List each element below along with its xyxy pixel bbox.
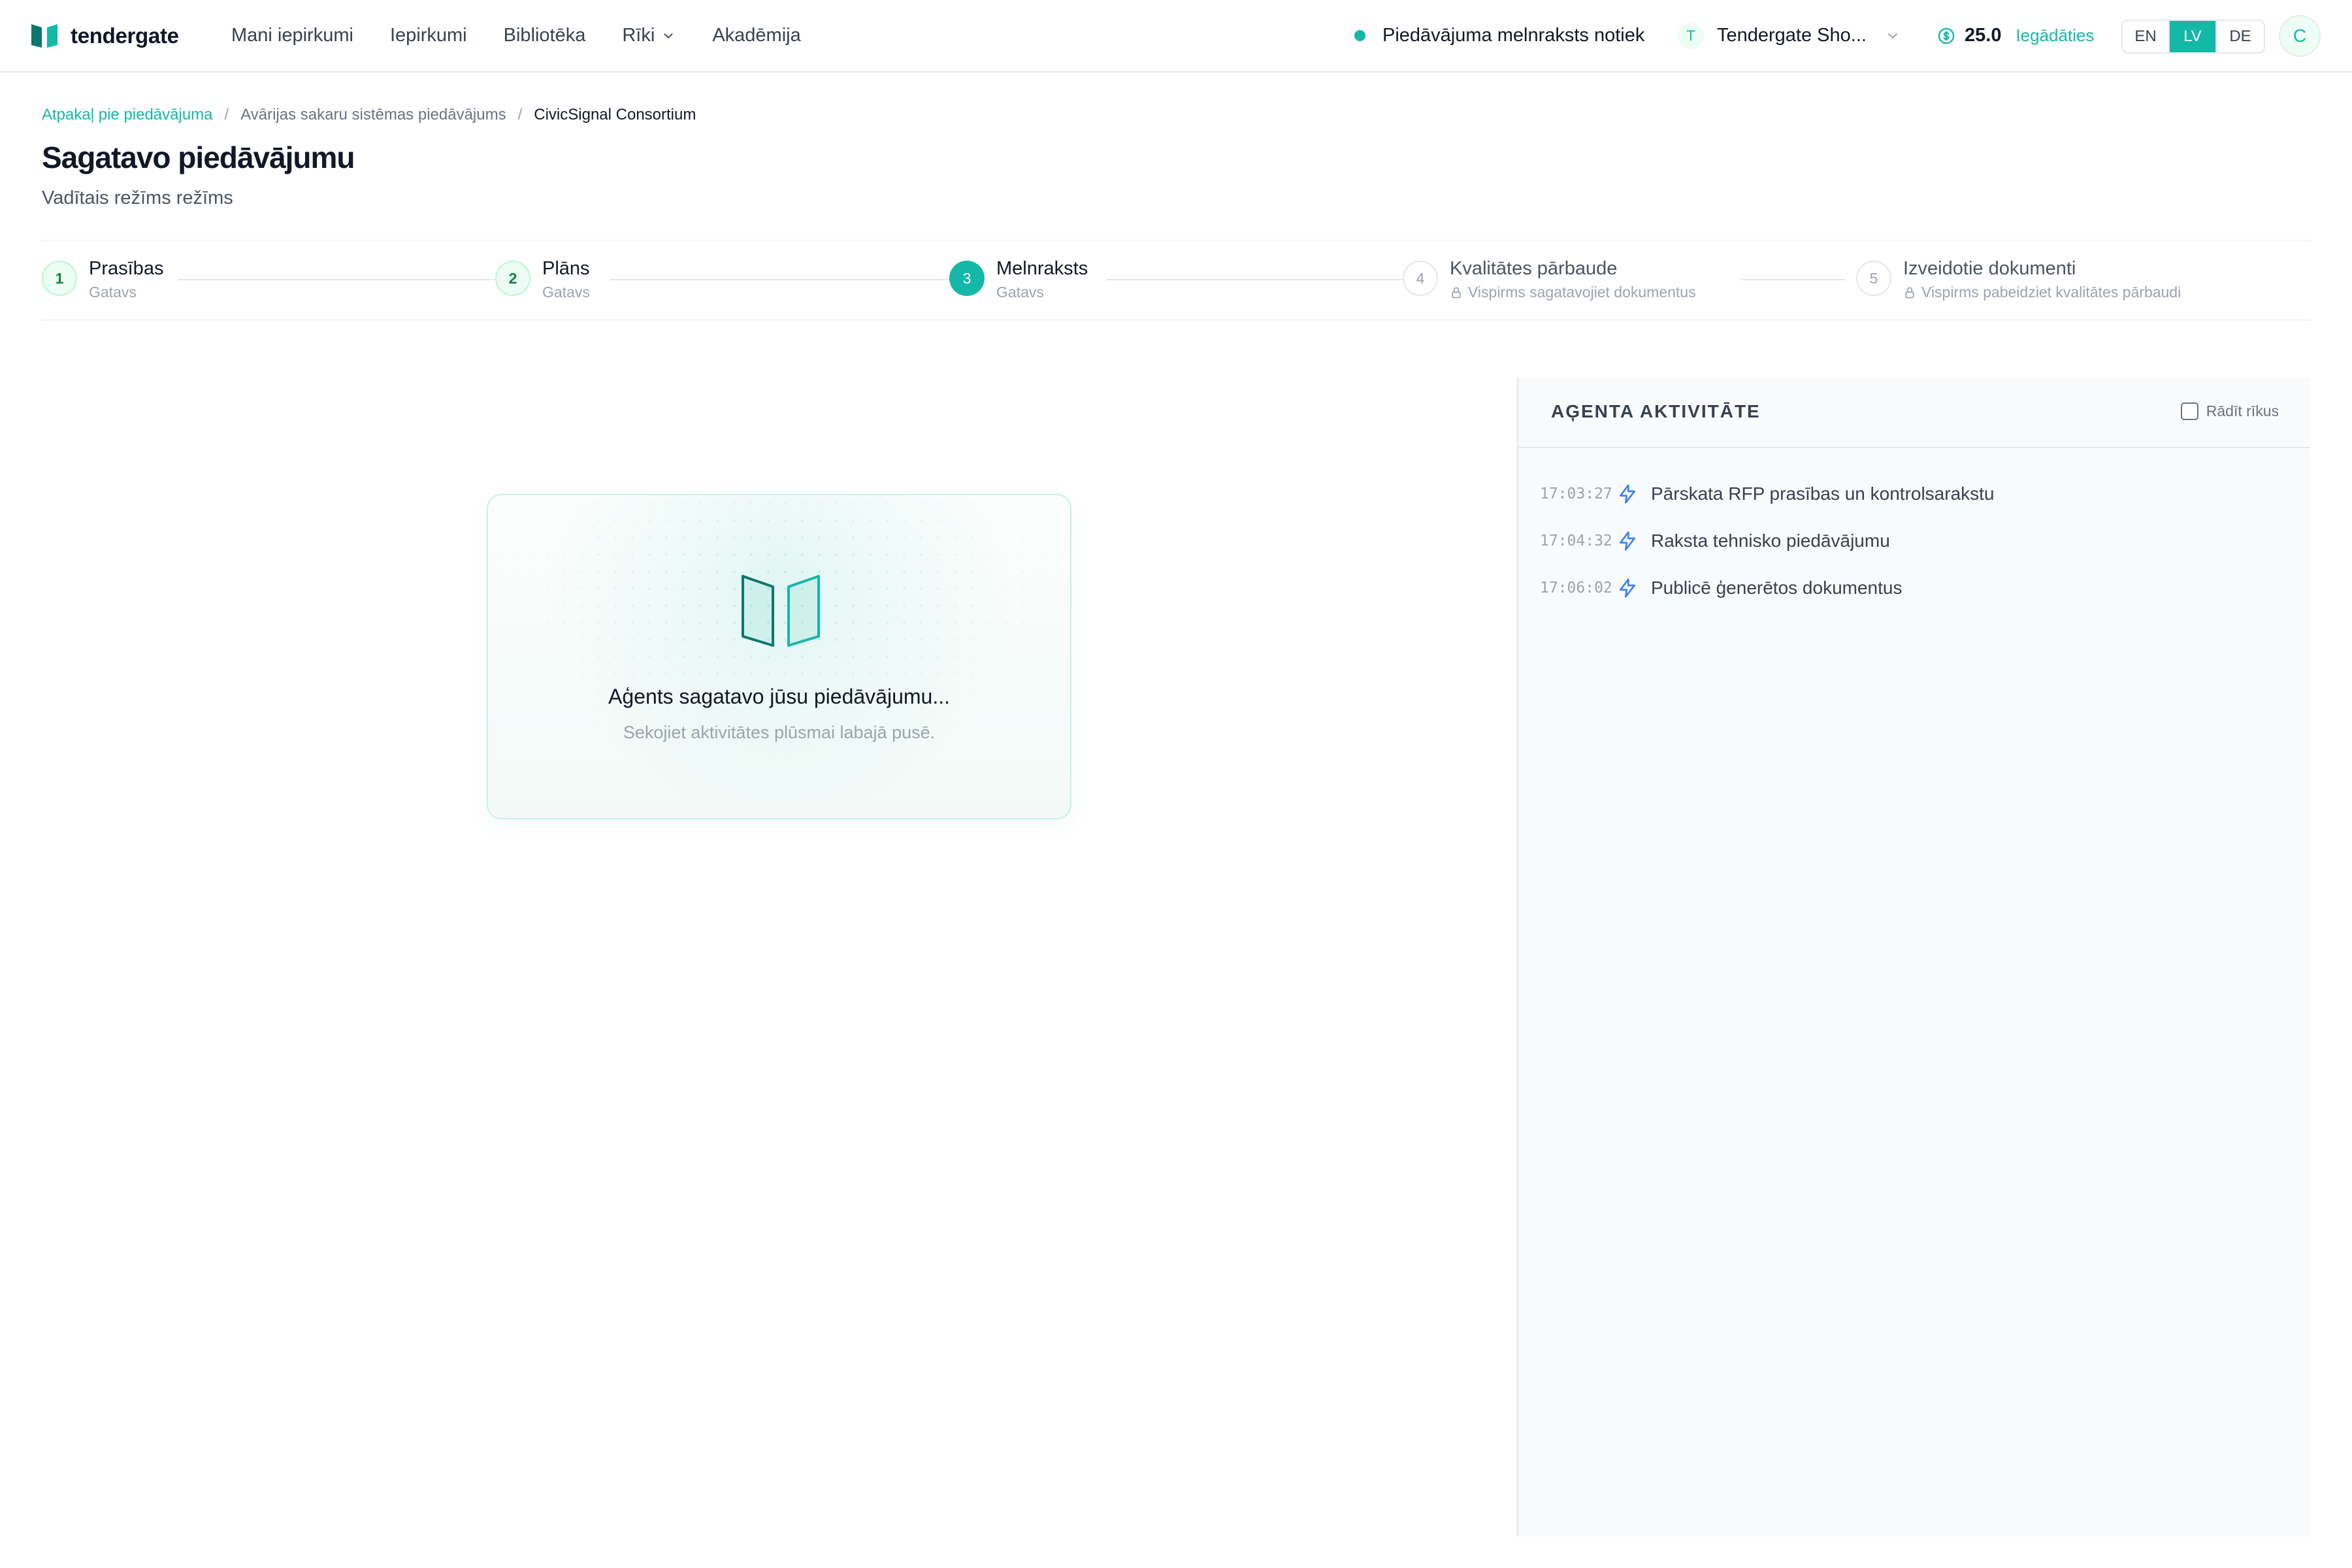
organization-badge: T [1678,22,1704,49]
buy-credits-link[interactable]: Iegādāties [2016,25,2094,46]
step-number: 2 [495,261,531,296]
app-logo[interactable]: tendergate [30,22,179,50]
credits-value: 25.0 [1965,25,2002,46]
step-connector [1740,279,1845,280]
step-requirements[interactable]: 1 Prasības Gatavs [42,258,164,301]
step-connector [1107,279,1433,280]
organization-name: Tendergate Sho... [1717,25,1867,46]
lock-icon [1452,287,1461,298]
dot-pattern-background [488,495,1070,818]
step-title: Plāns [542,258,590,279]
step-title: Melnraksts [996,258,1088,279]
chevron-down-icon [664,33,673,39]
activity-timestamp: 17:06:02 [1540,580,1612,596]
breadcrumb-separator: / [517,106,523,123]
activity-text: Raksta tehnisko piedāvājumu [1651,531,1890,551]
lightning-icon [1620,531,1635,551]
step-quality-check: 4 Kvalitātes pārbaude Vispirms sagatavoj… [1403,258,1696,301]
credits-balance: 25.0 Iegādāties [1937,0,2094,71]
agent-card-subtitle: Sekojiet aktivitātes plūsmai labajā pusē… [623,723,936,742]
activity-panel-header: AĢENTA AKTIVITĀTE Rādīt rīkus [1518,378,2310,448]
activity-item: 17:04:32 Raksta tehnisko piedāvājumu [1540,517,1995,564]
breadcrumb-separator: / [224,106,229,123]
page-subtitle: Vadītais režīms režīms [42,188,233,208]
user-avatar[interactable]: C [2279,15,2321,57]
lightning-icon [1620,484,1635,504]
show-tools-toggle[interactable]: Rādīt rīkus [2180,402,2279,420]
chevron-down-icon [1887,33,1897,39]
language-de-button[interactable]: DE [2217,21,2264,52]
nav-item-library[interactable]: Bibliotēka [504,25,586,46]
breadcrumb-back-link[interactable]: Atpakaļ pie piedāvājuma [42,106,213,124]
breadcrumb: Atpakaļ pie piedāvājuma / Avārijas sakar… [42,105,696,125]
step-draft[interactable]: 3 Melnraksts Gatavs [949,258,1088,301]
step-number: 3 [949,261,985,296]
step-status: Gatavs [89,284,137,301]
activity-item: 17:06:02 Publicē ģenerētos dokumentus [1540,564,1995,612]
activity-text: Pārskata RFP prasības un kontrolsarakstu [1651,483,1995,504]
step-status: Gatavs [542,284,590,301]
activity-panel-title: AĢENTA AKTIVITĀTE [1551,401,1761,421]
workflow-stepper: 1 Prasības Gatavs 2 Plāns Gatavs 3 Melnr… [42,240,2310,321]
main-nav: Mani iepirkumi Iepirkumi Bibliotēka Rīki… [231,0,838,71]
top-navigation-bar: tendergate Mani iepirkumi Iepirkumi Bibl… [0,0,2352,73]
agent-working-card: Aģents sagatavo jūsu piedāvājumu... Seko… [487,494,1071,819]
agent-activity-panel: AĢENTA AKTIVITĀTE Rādīt rīkus 17:03:27 P… [1517,378,2310,1537]
coin-icon [1938,27,1955,44]
step-title: Prasības [89,258,164,279]
nav-item-tools-label: Rīki [622,25,655,46]
step-number: 1 [42,261,77,296]
nav-item-academy[interactable]: Akadēmija [712,25,800,46]
draft-status: Piedāvājuma melnraksts notiek [1354,0,1644,71]
step-title: Kvalitātes pārbaude [1450,258,1618,279]
step-number: 5 [1856,261,1891,296]
breadcrumb-current: CivicSignal Consortium [534,106,696,123]
nav-item-procurements[interactable]: Iepirkumi [390,25,467,46]
step-status: Vispirms sagatavojiet dokumentus [1468,284,1696,301]
step-status: Vispirms pabeidziet kvalitātes pārbaudi [1921,284,2181,301]
nav-item-my-procurements[interactable]: Mani iepirkumi [231,25,353,46]
activity-feed: 17:03:27 Pārskata RFP prasības un kontro… [1540,470,1995,612]
activity-timestamp: 17:03:27 [1540,485,1612,502]
show-tools-label: Rādīt rīkus [2206,402,2279,419]
page-title: Sagatavo piedāvājumu [42,140,355,174]
organization-switcher[interactable]: T Tendergate Sho... [1678,0,1901,71]
app-name: tendergate [71,24,179,48]
step-number: 4 [1403,261,1438,296]
language-lv-button[interactable]: LV [2170,21,2217,52]
language-en-button[interactable]: EN [2123,21,2170,52]
status-text: Piedāvājuma melnraksts notiek [1382,25,1645,46]
activity-text: Publicē ģenerētos dokumentus [1651,578,1903,598]
step-connector [610,279,976,280]
lightning-icon [1620,578,1635,598]
lock-icon [1905,287,1914,298]
tendergate-logo-icon [31,24,57,48]
step-generated-documents: 5 Izveidotie dokumenti Vispirms pabeidzi… [1856,258,2181,301]
breadcrumb-parent-link[interactable]: Avārijas sakaru sistēmas piedāvājums [240,106,506,124]
tendergate-logo-icon [742,575,820,647]
language-switcher: EN LV DE [2121,20,2265,54]
activity-item: 17:03:27 Pārskata RFP prasības un kontro… [1540,470,1995,517]
activity-timestamp: 17:04:32 [1540,532,1612,549]
nav-item-tools[interactable]: Rīki [622,25,676,46]
show-tools-checkbox[interactable] [2180,402,2198,420]
step-connector [178,279,521,280]
step-title: Izveidotie dokumenti [1903,258,2076,279]
step-plan[interactable]: 2 Plāns Gatavs [495,258,590,301]
agent-card-title: Aģents sagatavo jūsu piedāvājumu... [608,685,950,708]
status-dot-icon [1354,30,1365,41]
step-status: Gatavs [996,284,1044,301]
